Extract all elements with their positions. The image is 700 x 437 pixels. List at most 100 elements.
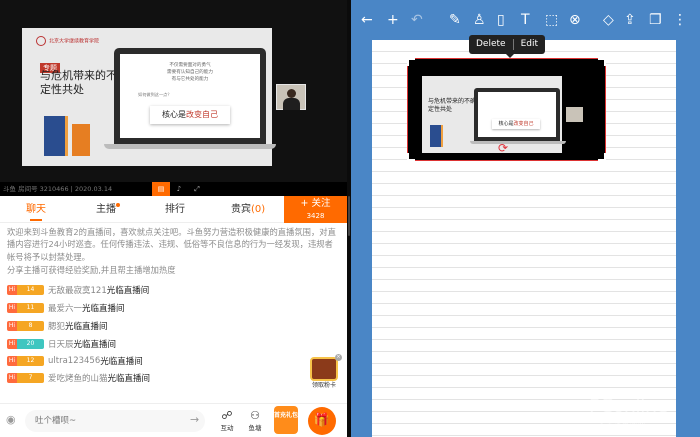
- laptop-image: 不仅需要面对的勇气 需要有认知自己的能力 有与它共处的能力 如何做到这一点？ 核…: [114, 48, 266, 144]
- interact-icon: ☍: [221, 409, 233, 422]
- share-notice: 分享主播可获得经验奖励,并且帮主播增加热度: [7, 265, 176, 276]
- message-action: 光临直播间: [100, 356, 143, 367]
- fan-card-widget[interactable]: 领取粉卡 ×: [306, 354, 342, 393]
- text-tool-icon[interactable]: T: [521, 11, 530, 29]
- laptop-image: 核心是改变自己: [474, 88, 560, 141]
- interact-button[interactable]: ☍ 互动: [214, 408, 240, 433]
- follower-count: 3428: [306, 212, 325, 220]
- hi-badge: Hi: [7, 338, 17, 349]
- tab-anchor[interactable]: 主播: [96, 196, 120, 223]
- video-player[interactable]: 北京大学继续教育学院 专题 与危机带来的不确定性共处 不仅需要面对的勇气 需要有…: [0, 0, 347, 196]
- more-icon[interactable]: ⋮: [673, 11, 687, 29]
- tab-vip[interactable]: 贵宾(0): [231, 196, 265, 223]
- message-action: 光临直播间: [82, 303, 125, 314]
- presenter-head: [287, 89, 296, 98]
- question-line: 需要有认知自己的能力: [167, 70, 213, 75]
- chat-message: Hi 11 最爱六一 光临直播间: [7, 301, 125, 314]
- fan-card-label: 领取粉卡: [311, 382, 336, 389]
- eraser-icon[interactable]: ▯: [497, 11, 505, 29]
- username[interactable]: 日天辰: [48, 338, 74, 350]
- message-action: 光临直播间: [106, 285, 150, 296]
- fan-card-icon: [310, 357, 338, 381]
- username[interactable]: 腮犯: [48, 320, 65, 332]
- lasso-select-icon[interactable]: ⬚: [545, 11, 558, 29]
- rotate-icon[interactable]: ⟳: [498, 141, 508, 155]
- laptop-screen: 不仅需要面对的勇气 需要有认知自己的能力 有与它共处的能力 如何做到这一点？ 核…: [120, 54, 260, 138]
- undo-icon[interactable]: ↶: [411, 11, 423, 29]
- room-info: 斗鱼 房间号 3210466 | 2020.03.14: [3, 185, 113, 193]
- add-icon[interactable]: +: [387, 11, 399, 29]
- username[interactable]: ultra123456: [48, 356, 100, 366]
- lecture-slide: 北京大学继续教育学院 专题 与危机带来的不确定性共处 不仅需要面对的勇气 需要有…: [22, 28, 276, 166]
- gift-icon[interactable]: 🎁: [308, 407, 336, 435]
- chat-message: Hi 20 日天辰 光临直播间: [7, 337, 116, 350]
- hi-badge: Hi: [7, 284, 17, 295]
- core-highlight: 改变自己: [186, 110, 218, 119]
- selection-handle[interactable]: [598, 58, 606, 66]
- message-action: 光临直播间: [107, 373, 151, 384]
- mic-icon[interactable]: ♪: [170, 182, 188, 196]
- video-control-bar: 斗鱼 房间号 3210466 | 2020.03.14 ▤ ♪ ⤢: [0, 182, 347, 196]
- presenter-camera: [276, 84, 306, 110]
- question-line: 有与它共处的能力: [171, 77, 209, 82]
- video-controls: ▤ ♪ ⤢: [152, 182, 206, 196]
- level-badge: 8: [17, 320, 44, 331]
- hi-badge: Hi: [7, 355, 17, 366]
- notes-toolbar: ← + ↶ ✎ ♙ ▯ T ⬚ ⊗ ◇ ⇪ ❐ ⋮: [351, 0, 700, 40]
- username[interactable]: 最爱六一: [48, 302, 82, 314]
- tab-label: 贵宾: [231, 204, 251, 215]
- danmaku-icon[interactable]: ▤: [152, 182, 170, 196]
- university-logo: 北京大学继续教育学院: [36, 36, 99, 46]
- share-icon[interactable]: ⇪: [624, 11, 636, 29]
- slide-core-box: 核心是改变自己: [150, 106, 230, 124]
- first-recharge-gift[interactable]: 首充礼包: [274, 406, 298, 434]
- book-image: [44, 116, 68, 156]
- follow-label: + 关注: [300, 198, 331, 209]
- tab-label: 聊天: [26, 204, 46, 215]
- username[interactable]: 爱吃烤鱼的山猫: [48, 372, 108, 384]
- clear-icon[interactable]: ⊗: [569, 11, 581, 29]
- fishpond-button[interactable]: ⚇ 鱼塘: [242, 408, 268, 433]
- level-badge: 14: [17, 284, 44, 295]
- selection-handle[interactable]: [407, 153, 415, 161]
- question-line: 不仅需要面对的勇气: [169, 63, 211, 68]
- pasted-slide: 与危机带来的不确定性共处 核心是改变自己: [422, 76, 566, 153]
- slide-core-box: 核心是改变自己: [492, 119, 540, 129]
- bottom-bar: ◉ → ☍ 互动 ⚇ 鱼塘 首充礼包 🎁: [0, 403, 347, 437]
- chat-input[interactable]: [25, 410, 205, 432]
- book-image: [430, 125, 443, 147]
- hi-badge: Hi: [7, 302, 17, 313]
- message-action: 光临直播间: [73, 339, 117, 350]
- context-menu: Delete Edit: [469, 35, 546, 54]
- screen: 北京大学继续教育学院 专题 与危机带来的不确定性共处 不仅需要面对的勇气 需要有…: [0, 0, 700, 437]
- username[interactable]: 无敌最寂寞121: [48, 284, 107, 296]
- watermark-subtitle: 太平洋电脑网: [598, 420, 646, 428]
- selection-handle[interactable]: [598, 153, 606, 161]
- copy-icon[interactable]: ❐: [649, 11, 662, 29]
- pen-icon[interactable]: ✎: [449, 11, 461, 29]
- fullscreen-icon[interactable]: ⤢: [188, 182, 206, 196]
- menu-divider: [512, 39, 514, 50]
- edit-menu-item[interactable]: Edit: [521, 35, 538, 54]
- core-highlight: 改变自己: [513, 121, 534, 127]
- send-arrow-icon[interactable]: →: [190, 413, 199, 426]
- fishpond-label: 鱼塘: [248, 424, 262, 432]
- eye-icon[interactable]: ◉: [6, 413, 16, 426]
- tab-ranking[interactable]: 排行: [165, 196, 185, 223]
- laptop-base: [104, 144, 276, 149]
- shapes-icon[interactable]: ◇: [603, 11, 614, 29]
- hi-badge: Hi: [7, 372, 17, 383]
- system-notice: 欢迎来到斗鱼教育2的直播间，喜欢就点关注吧。斗鱼努力营造积极健康的直播氛围，对直…: [7, 227, 336, 262]
- divider-handle[interactable]: [348, 196, 350, 236]
- level-badge: 20: [17, 338, 44, 349]
- highlighter-icon[interactable]: ♙: [473, 11, 486, 29]
- delete-menu-item[interactable]: Delete: [476, 35, 506, 54]
- fish-icon: ⚇: [250, 409, 260, 422]
- book-image: [72, 124, 90, 156]
- follow-button[interactable]: + 关注 3428: [284, 196, 347, 223]
- tab-chat[interactable]: 聊天: [26, 196, 46, 223]
- selection-handle[interactable]: [407, 58, 415, 66]
- tab-label: 主播: [96, 204, 116, 215]
- close-icon[interactable]: ×: [335, 354, 342, 361]
- back-arrow-icon[interactable]: ←: [361, 11, 373, 29]
